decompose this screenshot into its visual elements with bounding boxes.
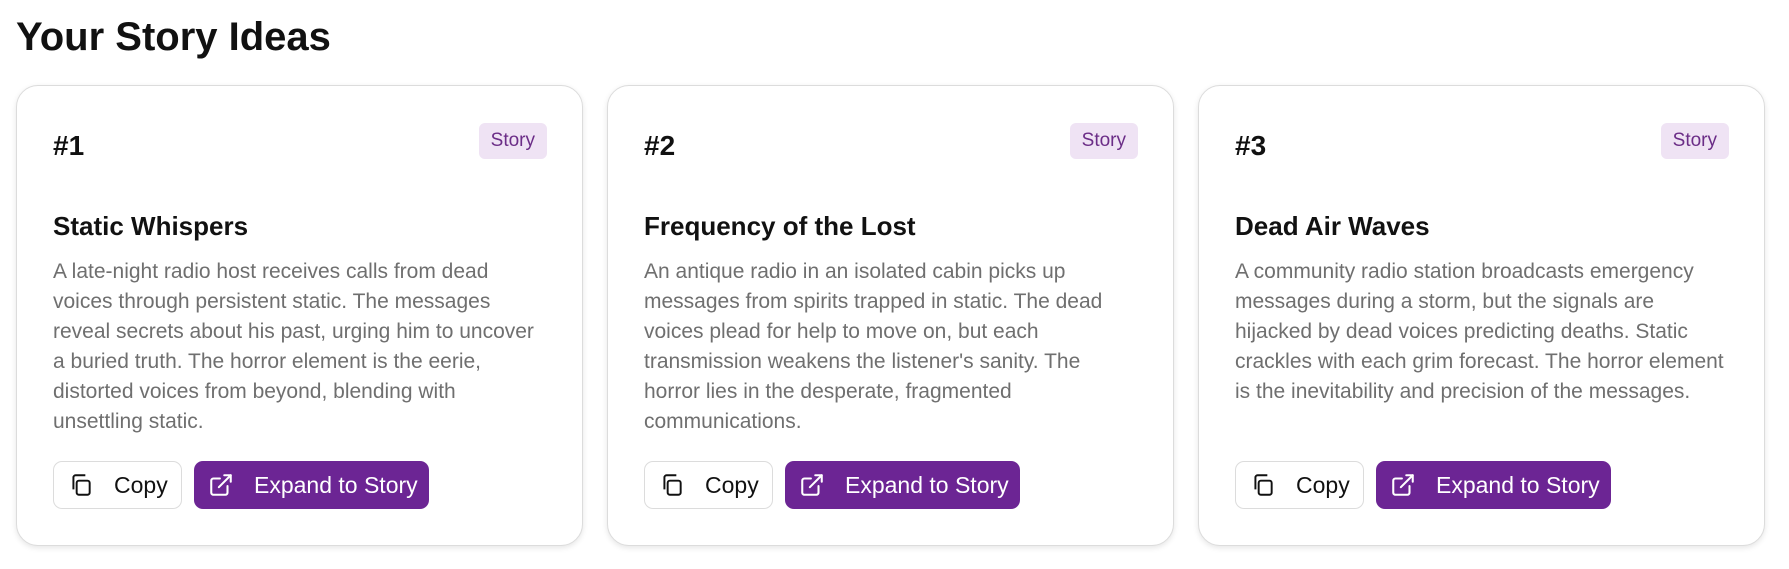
expand-to-story-button[interactable]: Expand to Story (785, 461, 1020, 509)
card-number: #1 (53, 130, 85, 161)
card-actions: Copy Expand to Story (644, 461, 1020, 509)
card-title: Static Whispers (53, 211, 249, 241)
story-card: #2 Story Frequency of the Lost An antiqu… (607, 85, 1174, 546)
copy-icon (68, 472, 94, 498)
copy-button[interactable]: Copy (1235, 461, 1364, 509)
story-badge: Story (1069, 123, 1138, 159)
card-actions: Copy Expand to Story (53, 461, 429, 509)
card-description: A community radio station broadcasts eme… (1235, 260, 1724, 403)
story-ideas-list: #1 Story Static Whispers A late-night ra… (16, 85, 1767, 546)
external-link-icon (799, 472, 825, 498)
expand-button-label: Expand to Story (254, 471, 418, 498)
copy-button[interactable]: Copy (644, 461, 773, 509)
story-card: #1 Story Static Whispers A late-night ra… (16, 85, 583, 546)
copy-icon (1250, 472, 1276, 498)
story-card: #3 Story Dead Air Waves A community radi… (1198, 85, 1765, 546)
copy-button[interactable]: Copy (53, 461, 182, 509)
card-number: #2 (644, 130, 676, 161)
expand-button-label: Expand to Story (1436, 471, 1600, 498)
card-actions: Copy Expand to Story (1235, 461, 1611, 509)
story-badge: Story (478, 123, 547, 159)
external-link-icon (208, 472, 234, 498)
card-title: Frequency of the Lost (644, 211, 916, 241)
expand-to-story-button[interactable]: Expand to Story (1376, 461, 1611, 509)
story-badge: Story (1660, 123, 1729, 159)
external-link-icon (1390, 472, 1416, 498)
card-description: A late-night radio host receives calls f… (53, 260, 534, 433)
card-number: #3 (1235, 130, 1267, 161)
copy-button-label: Copy (705, 471, 759, 498)
expand-to-story-button[interactable]: Expand to Story (194, 461, 429, 509)
card-description: An antique radio in an isolated cabin pi… (644, 260, 1103, 433)
copy-button-label: Copy (114, 471, 168, 498)
copy-button-label: Copy (1296, 471, 1350, 498)
card-title: Dead Air Waves (1235, 211, 1430, 241)
page-title: Your Story Ideas (16, 15, 331, 59)
expand-button-label: Expand to Story (845, 471, 1009, 498)
copy-icon (659, 472, 685, 498)
